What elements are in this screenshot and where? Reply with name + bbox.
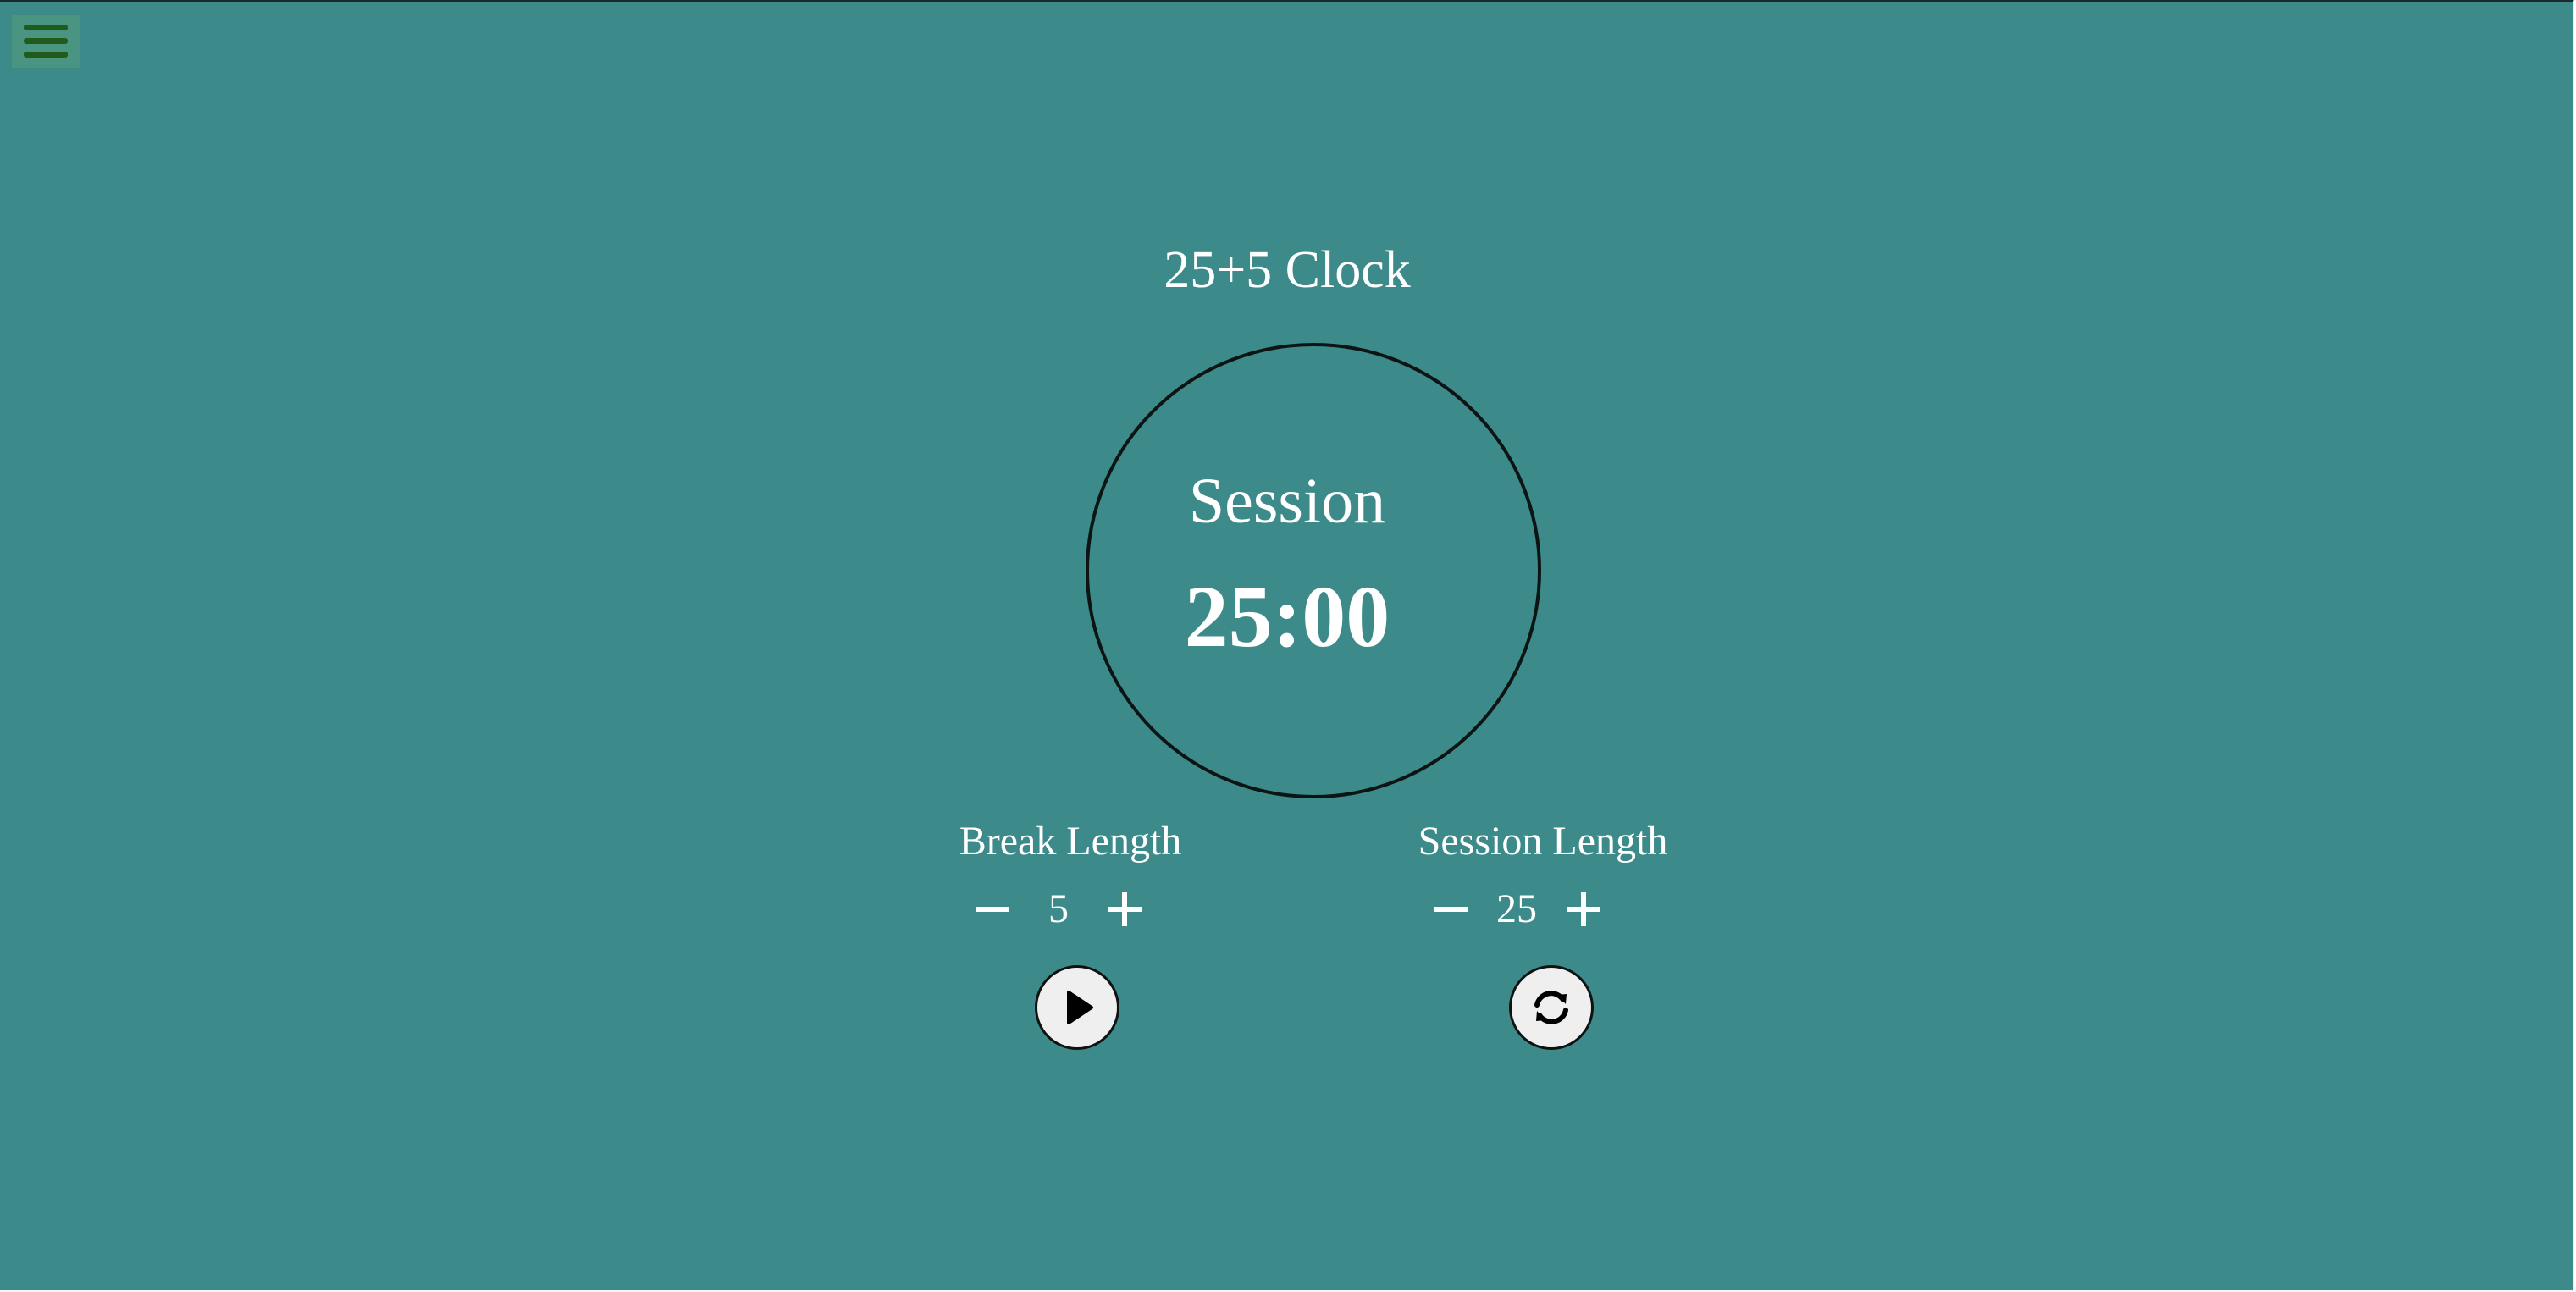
session-length-value: 25: [1496, 886, 1537, 931]
time-left: 25:00: [1184, 568, 1390, 665]
page-title: 25+5 Clock: [1164, 241, 1411, 299]
play-icon: [1067, 991, 1093, 1024]
hamburger-menu-icon: [24, 25, 68, 58]
break-length-label: Break Length: [959, 819, 1182, 864]
menu-button[interactable]: [12, 15, 80, 68]
plus-icon: [1108, 892, 1142, 926]
session-decrement-button[interactable]: [1424, 882, 1479, 936]
minus-icon: [1434, 907, 1468, 912]
plus-icon: [1567, 892, 1600, 926]
session-increment-button[interactable]: [1556, 882, 1611, 936]
break-increment-button[interactable]: [1097, 882, 1152, 936]
refresh-icon: [1534, 991, 1568, 1024]
clock-page: 25+5 Clock Session 25:00 Break Length Se…: [0, 0, 2574, 1290]
start-stop-button[interactable]: [1035, 965, 1119, 1050]
break-decrement-button[interactable]: [965, 882, 1020, 936]
session-length-label: Session Length: [1418, 819, 1668, 864]
break-length-value: 5: [1048, 886, 1069, 931]
timer-label: Session: [1188, 466, 1386, 537]
minus-icon: [976, 907, 1009, 912]
reset-button[interactable]: [1509, 965, 1594, 1050]
